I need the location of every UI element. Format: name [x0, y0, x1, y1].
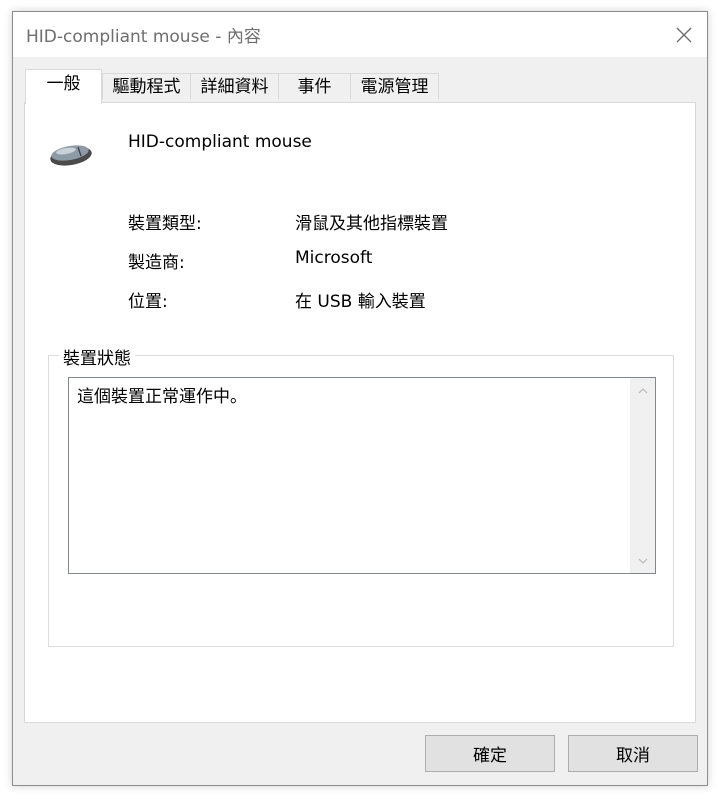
tab-details-label: 詳細資料 [200, 77, 269, 97]
scroll-up-button[interactable] [630, 378, 655, 403]
device-status-text: 這個裝置正常運作中。 [77, 387, 247, 407]
tab-general-label: 一般 [46, 74, 81, 94]
cancel-button-label: 取消 [616, 746, 650, 766]
device-status-legend: 裝置狀態 [59, 344, 135, 369]
tab-events[interactable]: 事件 [278, 73, 351, 99]
close-button[interactable] [661, 12, 707, 57]
chevron-up-icon [638, 387, 647, 393]
ok-button[interactable]: 確定 [425, 735, 555, 772]
tab-power-management[interactable]: 電源管理 [350, 73, 439, 99]
device-type-value: 滑鼠及其他指標裝置 [295, 214, 448, 234]
ok-button-label: 確定 [473, 746, 507, 766]
tab-power-management-label: 電源管理 [360, 77, 429, 97]
location-value: 在 USB 輸入裝置 [295, 292, 426, 312]
title-bar: HID-compliant mouse - 內容 [13, 12, 707, 57]
tab-general[interactable]: 一般 [25, 69, 102, 104]
general-tab-panel: HID-compliant mouse 裝置類型: 滑鼠及其他指標裝置 製造商:… [24, 102, 696, 723]
tab-driver-label: 驅動程式 [112, 77, 181, 97]
tab-details[interactable]: 詳細資料 [190, 73, 279, 99]
location-label: 位置: [128, 292, 168, 312]
properties-dialog: HID-compliant mouse - 內容 一般 驅動程式 詳細資料 事件… [12, 11, 708, 786]
manufacturer-label: 製造商: [128, 253, 185, 273]
device-status-group: 裝置狀態 這個裝置正常運作中。 [48, 344, 674, 647]
device-type-label: 裝置類型: [128, 214, 202, 234]
chevron-down-icon [638, 558, 647, 564]
tab-events-label: 事件 [297, 77, 332, 97]
cancel-button[interactable]: 取消 [568, 735, 698, 772]
device-name: HID-compliant mouse [128, 132, 312, 152]
scroll-down-button[interactable] [630, 548, 655, 573]
manufacturer-value: Microsoft [295, 248, 373, 268]
close-icon [676, 27, 692, 42]
device-status-textbox[interactable]: 這個裝置正常運作中。 [68, 377, 656, 574]
mouse-icon [50, 145, 92, 166]
window-title: HID-compliant mouse - 內容 [26, 27, 261, 47]
status-scrollbar[interactable] [630, 378, 655, 573]
tab-driver[interactable]: 驅動程式 [102, 73, 191, 99]
